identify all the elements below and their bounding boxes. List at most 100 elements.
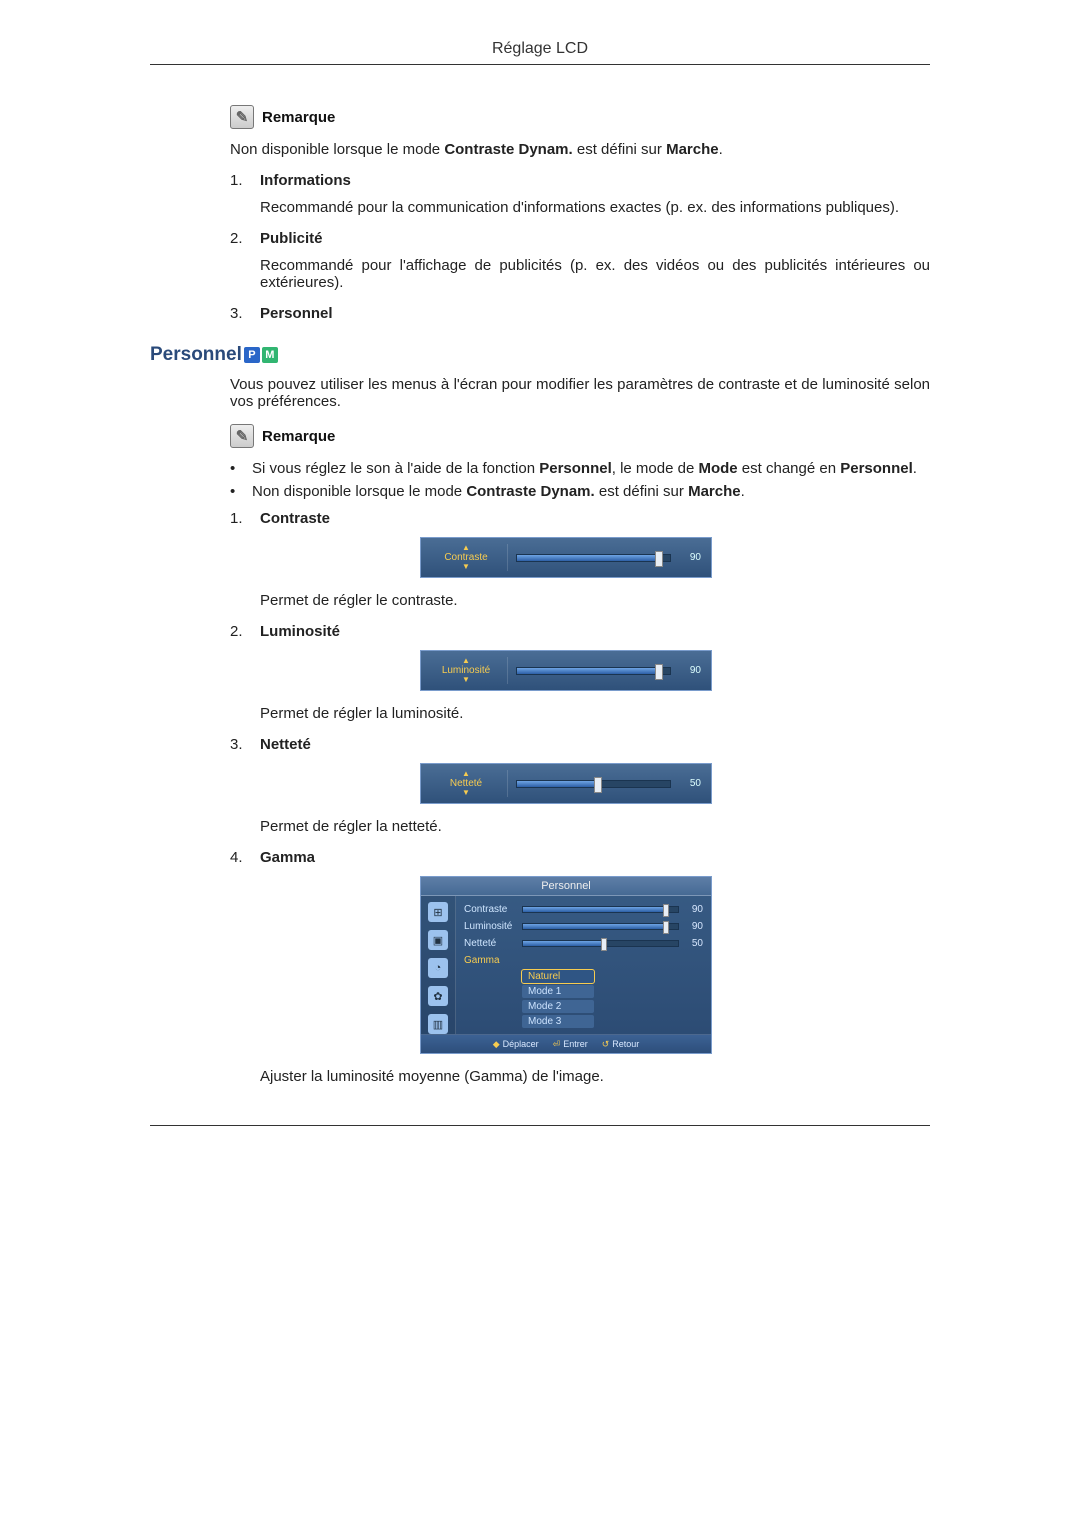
text: Non disponible lorsque le mode <box>230 141 444 158</box>
note-icon: ✎ <box>230 424 254 448</box>
gamma-option[interactable]: Mode 3 <box>522 1015 594 1028</box>
row-label: Netteté <box>464 938 522 949</box>
osd-slider[interactable] <box>516 554 671 562</box>
modes-list: 2. Publicité <box>230 230 930 247</box>
kw-contraste-dynam: Contraste Dynam. <box>466 483 594 500</box>
kw-marche: Marche <box>688 483 741 500</box>
page-footer-rule <box>150 1125 930 1126</box>
setting-desc: Permet de régler la netteté. <box>260 818 930 835</box>
osd-slider[interactable] <box>516 780 671 788</box>
setting-nettete: Netteté <box>260 736 311 753</box>
list-number: 4. <box>230 849 260 866</box>
kw-marche: Marche <box>666 141 719 158</box>
setting-desc: Permet de régler le contraste. <box>260 592 930 609</box>
mode-item: 3. Personnel <box>230 305 930 322</box>
setting-desc: Ajuster la luminosité moyenne (Gamma) de… <box>260 1068 930 1085</box>
row-value: 90 <box>685 904 703 915</box>
osd-value: 50 <box>679 778 701 789</box>
page: Réglage LCD ✎ Remarque Non disponible lo… <box>80 0 1000 1206</box>
setting-item: 2. Luminosité <box>230 623 930 640</box>
list-number: 1. <box>230 510 260 527</box>
osd-name-cell[interactable]: ▲ Contraste ▼ <box>431 544 508 571</box>
text: Si vous réglez le son à l'aide de la fon… <box>252 460 539 477</box>
doc-icon[interactable]: ▥ <box>428 1014 448 1034</box>
personnel-intro: Vous pouvez utiliser les menus à l'écran… <box>230 376 930 410</box>
mode-desc: Recommandé pour la communication d'infor… <box>260 199 930 216</box>
setting-item: 4. Gamma <box>230 849 930 866</box>
remark-top-text: Non disponible lorsque le mode Contraste… <box>230 141 930 158</box>
remark-top: ✎ Remarque <box>230 105 930 129</box>
osd-contraste: ▲ Contraste ▼ 90 <box>420 537 712 578</box>
osd-name-cell[interactable]: ▲ Luminosité ▼ <box>431 657 508 684</box>
bullet-dot-icon: • <box>230 460 252 477</box>
up-arrow-icon: ▲ <box>462 657 470 665</box>
text: . <box>719 141 723 158</box>
mode-item: 2. Publicité <box>230 230 930 247</box>
row-slider[interactable] <box>522 940 679 947</box>
kw-mode: Mode <box>698 460 737 477</box>
bullet-item: • Non disponible lorsque le mode Contras… <box>230 483 930 500</box>
menu-row-gamma[interactable]: Gamma <box>464 953 703 967</box>
row-slider[interactable] <box>522 923 679 930</box>
picture-icon[interactable]: ⊞ <box>428 902 448 922</box>
setting-luminosite: Luminosité <box>260 623 340 640</box>
gamma-option[interactable]: Mode 1 <box>522 985 594 998</box>
gamma-options: Naturel Mode 1 Mode 2 Mode 3 <box>522 970 703 1028</box>
page-title: Réglage LCD <box>150 40 930 65</box>
text: Non disponible lorsque le mode <box>252 483 466 500</box>
gamma-option[interactable]: Mode 2 <box>522 1000 594 1013</box>
remark-label: Remarque <box>262 428 335 445</box>
mode-publicite: Publicité <box>260 230 323 247</box>
text: est défini sur <box>595 483 688 500</box>
kw-personnel: Personnel <box>539 460 612 477</box>
setting-gamma: Gamma <box>260 849 315 866</box>
bullet-dot-icon: • <box>230 483 252 500</box>
setting-desc: Permet de régler la luminosité. <box>260 705 930 722</box>
down-arrow-icon: ▼ <box>462 563 470 571</box>
gear-icon[interactable]: ✿ <box>428 986 448 1006</box>
osd-slider[interactable] <box>516 667 671 675</box>
modes-list: 1. Informations <box>230 172 930 189</box>
mode-desc: Recommandé pour l'affichage de publicité… <box>260 257 930 291</box>
bullet-text: Non disponible lorsque le mode Contraste… <box>252 483 930 500</box>
menu-row[interactable]: Contraste 90 <box>464 902 703 916</box>
menu-title: Personnel <box>421 877 711 896</box>
osd-value: 90 <box>679 665 701 676</box>
row-label: Luminosité <box>464 921 522 932</box>
osd-nettete: ▲ Netteté ▼ 50 <box>420 763 712 804</box>
osd-luminosite: ▲ Luminosité ▼ 90 <box>420 650 712 691</box>
row-label: Gamma <box>464 955 522 966</box>
section-personnel-heading: Personnel P M <box>150 344 930 366</box>
text: est changé en <box>738 460 841 477</box>
personnel-bullets: • Si vous réglez le son à l'aide de la f… <box>230 460 930 500</box>
up-arrow-icon: ▲ <box>462 544 470 552</box>
list-number: 3. <box>230 305 260 322</box>
menu-row[interactable]: Netteté 50 <box>464 936 703 950</box>
footer-move: ◆Déplacer <box>493 1035 539 1053</box>
osd-gamma-menu: Personnel ⊞ ▣ ◔ ✿ ▥ Contraste 90 Luminos… <box>420 876 712 1054</box>
menu-row[interactable]: Luminosité 90 <box>464 919 703 933</box>
screen-icon[interactable]: ▣ <box>428 930 448 950</box>
row-value: 90 <box>685 921 703 932</box>
setting-item: 3. Netteté <box>230 736 930 753</box>
up-arrow-icon: ▲ <box>462 770 470 778</box>
osd-name-cell[interactable]: ▲ Netteté ▼ <box>431 770 508 797</box>
gamma-option[interactable]: Naturel <box>522 970 594 983</box>
text: . <box>913 460 917 477</box>
list-number: 2. <box>230 230 260 247</box>
list-number: 3. <box>230 736 260 753</box>
menu-sidebar: ⊞ ▣ ◔ ✿ ▥ <box>421 896 456 1034</box>
remark-personnel: ✎ Remarque <box>230 424 930 448</box>
mode-item: 1. Informations <box>230 172 930 189</box>
modes-list: 3. Personnel <box>230 305 930 322</box>
kw-contraste-dynam: Contraste Dynam. <box>444 141 572 158</box>
row-label: Contraste <box>464 904 522 915</box>
footer-enter: ⏎Entrer <box>553 1035 588 1053</box>
text: est défini sur <box>573 141 666 158</box>
mode-informations: Informations <box>260 172 351 189</box>
clock-icon[interactable]: ◔ <box>428 958 448 978</box>
row-slider[interactable] <box>522 906 679 913</box>
list-number: 1. <box>230 172 260 189</box>
bullet-text: Si vous réglez le son à l'aide de la fon… <box>252 460 930 477</box>
row-value: 50 <box>685 938 703 949</box>
